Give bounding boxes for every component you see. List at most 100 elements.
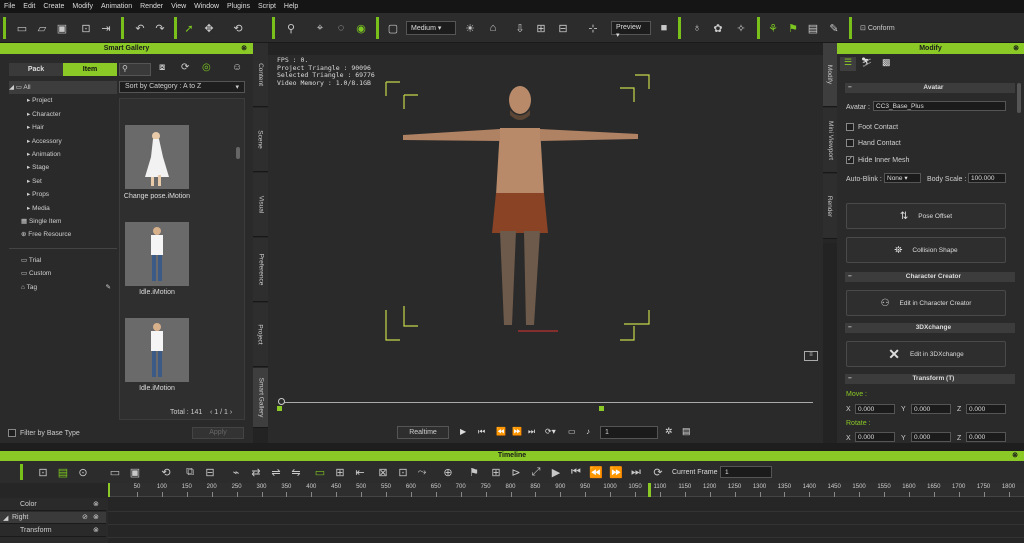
visibility-eye-icon[interactable]: ◉ [353, 20, 369, 36]
quality-dropdown[interactable]: Medium ▾ [406, 21, 456, 35]
menu-help[interactable]: Help [284, 3, 298, 10]
video-camera-icon[interactable]: ■ [656, 20, 672, 36]
tab-render[interactable]: Render [823, 174, 837, 239]
hide-inner-mesh-checkbox[interactable]: ✓ [846, 156, 854, 164]
export-icon[interactable]: ⇥ [98, 20, 114, 36]
move-icon[interactable]: ✥ [201, 20, 217, 36]
play-icon[interactable]: ▶ [460, 427, 466, 436]
character-tool-icon[interactable]: ♁ [689, 20, 705, 36]
section-avatar[interactable]: − Avatar [845, 83, 1015, 93]
filter-checkbox[interactable] [8, 429, 16, 437]
track-list-icon[interactable]: ⊡ [35, 464, 51, 480]
close-icon[interactable]: ⊗ [93, 526, 99, 534]
camera-view-icon[interactable]: ⊹ [585, 20, 601, 36]
search-box[interactable]: ⚲ [119, 63, 151, 76]
thumbnail[interactable] [125, 125, 189, 189]
tree-item-custom[interactable]: ▭ Custom [9, 267, 117, 280]
filter-base-type[interactable]: Filter by Base Type [8, 429, 80, 437]
tab-project[interactable]: Project [253, 303, 268, 367]
time-slider-handle[interactable] [278, 398, 285, 405]
tab-visual[interactable]: Visual [253, 173, 268, 237]
refresh-icon[interactable]: ⟳ [181, 62, 189, 73]
tab-pack[interactable]: Pack [9, 63, 63, 76]
close-icon[interactable]: ⊗ [1012, 451, 1018, 461]
prev-frame-icon[interactable]: ⏪ [588, 464, 604, 480]
render-mode-dropdown[interactable]: Preview ▾ [611, 21, 651, 39]
tab-scene[interactable]: Scene [253, 108, 268, 172]
undo-icon[interactable]: ↶ [132, 20, 148, 36]
frame-fit-icon[interactable]: ⊳ [508, 464, 524, 480]
section-3dxchange[interactable]: −3DXchange [845, 323, 1015, 333]
fold-icon[interactable]: ⊡ [395, 464, 411, 480]
zoom-selected-icon[interactable]: ⊟ [555, 20, 571, 36]
settings-icon[interactable]: ⊘ [82, 513, 88, 521]
section-transform[interactable]: − Transform (T) [845, 374, 1015, 384]
select-cursor-icon[interactable]: ➚ [181, 20, 197, 36]
sliders-icon[interactable]: ☰ [840, 57, 856, 71]
time-ruler[interactable]: 50 100 150 200 250 300 350 400 450 500 550 600 650 70… [108, 483, 1024, 497]
tree-item-accessory[interactable]: ▸ Accessory [9, 135, 117, 148]
light-icon[interactable]: ☀ [462, 20, 478, 36]
next-frame-icon[interactable]: ⏩ [512, 427, 522, 436]
track-transform[interactable]: Transform ⊗ [0, 525, 106, 537]
loop-icon[interactable]: ⟳ [650, 464, 666, 480]
filter-icon[interactable]: ⧇ [159, 62, 165, 73]
tree-item-trial[interactable]: ▭ Trial [9, 254, 117, 267]
tree-item-tag[interactable]: ⌂ Tag ✎ [9, 281, 117, 294]
menu-file[interactable]: File [4, 3, 15, 10]
foot-contact-checkbox[interactable] [846, 123, 854, 131]
menu-edit[interactable]: Edit [23, 3, 35, 10]
avatar-name-field[interactable]: CC3_Base_Plus [873, 101, 1006, 111]
range-start-marker[interactable] [277, 406, 282, 411]
track-color[interactable]: Color ⊗ [0, 500, 106, 511]
tree-item-character[interactable]: ▸ Character [9, 108, 117, 121]
motion-icon[interactable]: ⚘ [765, 20, 781, 36]
section-character-creator[interactable]: − Character Creator [845, 272, 1015, 282]
close-icon[interactable]: ⊗ [93, 500, 99, 508]
conform-button[interactable]: ⊡ Conform [860, 24, 895, 32]
menu-view[interactable]: View [171, 3, 186, 10]
blend-icon[interactable]: ⇌ [268, 464, 284, 480]
current-frame-input[interactable]: 1 [720, 466, 772, 478]
hand-contact-option[interactable]: Hand Contact [846, 139, 901, 147]
sort-dropdown[interactable]: Sort by Category : A to Z ▾ [119, 81, 245, 93]
zoom-icon[interactable]: ⊕ [440, 464, 456, 480]
hide-inner-mesh-option[interactable]: ✓ Hide Inner Mesh [846, 156, 909, 164]
menu-plugins[interactable]: Plugins [227, 3, 250, 10]
close-icon[interactable]: ⊗ [241, 43, 247, 54]
rotate-icon[interactable]: ⟲ [230, 20, 246, 36]
prev-frame-icon[interactable]: ⏪ [496, 427, 506, 436]
marker-icon[interactable]: ⚑ [466, 464, 482, 480]
timeline-toggle-icon[interactable]: ▤ [682, 426, 691, 437]
move-y-field[interactable]: 0.000 [911, 404, 951, 414]
auto-blink-dropdown[interactable]: None ▾ [884, 173, 921, 183]
keyframe-nav-icon[interactable]: ⊞ [332, 464, 348, 480]
transition-icon[interactable]: ⇄ [248, 464, 264, 480]
smiley-icon[interactable]: ☺ [232, 62, 242, 73]
menu-modify[interactable]: Modify [72, 3, 93, 10]
tab-smart-gallery[interactable]: Smart Gallery [253, 368, 268, 428]
tree-item-stage[interactable]: ▸ Stage [9, 161, 117, 174]
apply-button[interactable]: Apply [192, 427, 244, 439]
next-frame-icon[interactable]: ⏩ [608, 464, 624, 480]
scrollbar[interactable] [1017, 83, 1021, 113]
pick-parent-icon[interactable]: ⚲ [283, 20, 299, 36]
tab-mini-viewport[interactable]: Mini Viewport [823, 108, 837, 173]
link-icon[interactable]: ⌖ [312, 20, 328, 36]
morph-tool-icon[interactable]: ✿ [710, 20, 726, 36]
go-to-end-icon[interactable]: ⏭ [628, 464, 644, 480]
rotate-y-field[interactable]: 0.000 [911, 432, 951, 442]
rotate-z-field[interactable]: 0.000 [966, 432, 1006, 442]
menu-script[interactable]: Script [258, 3, 276, 10]
menu-render[interactable]: Render [140, 3, 163, 10]
open-folder-icon[interactable]: ▱ [34, 20, 50, 36]
skin-tool-icon[interactable]: ✧ [733, 20, 749, 36]
hand-contact-checkbox[interactable] [846, 139, 854, 147]
flag-icon[interactable]: ⚑ [785, 20, 801, 36]
time-slider[interactable] [281, 402, 813, 403]
loop-icon[interactable]: ⟳▾ [545, 427, 556, 436]
realtime-button[interactable]: Realtime [397, 426, 449, 439]
viewport-layout-icon[interactable]: ▢ [385, 20, 401, 36]
pose-offset-button[interactable]: ⇅ Pose Offset [846, 203, 1006, 229]
body-scale-field[interactable]: 100.000 [968, 173, 1006, 183]
